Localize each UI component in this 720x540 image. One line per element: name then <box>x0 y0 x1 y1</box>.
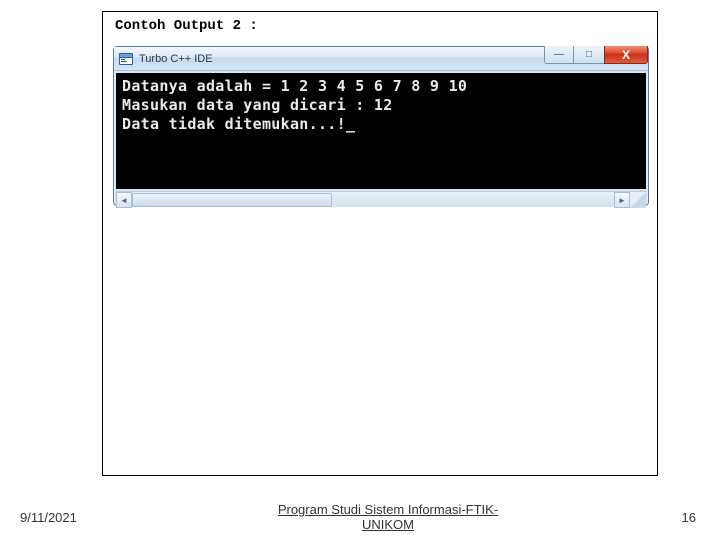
window-controls: — □ X <box>544 46 648 64</box>
window-titlebar[interactable]: Turbo C++ IDE — □ X <box>114 47 648 71</box>
horizontal-scrollbar[interactable]: ◄ ► <box>116 191 646 207</box>
resize-grip-icon[interactable] <box>630 192 646 208</box>
slide-heading: Contoh Output 2 : <box>115 18 258 34</box>
console-output: Datanya adalah = 1 2 3 4 5 6 7 8 9 10 Ma… <box>116 73 646 189</box>
footer-page-number: 16 <box>666 510 696 525</box>
footer-line1: Program Studi Sistem Informasi-FTIK- <box>278 502 498 517</box>
console-line: Data tidak ditemukan...! <box>122 115 346 133</box>
close-button[interactable]: X <box>604 46 648 64</box>
footer-line2: UNIKOM <box>362 517 414 532</box>
minimize-button[interactable]: — <box>544 46 574 64</box>
footer-date: 9/11/2021 <box>20 510 110 525</box>
maximize-button[interactable]: □ <box>574 46 604 64</box>
footer-center: Program Studi Sistem Informasi-FTIK- UNI… <box>110 503 666 532</box>
console-line: Masukan data yang dicari : 12 <box>122 96 393 114</box>
slide-frame: Contoh Output 2 : Turbo C++ IDE — □ X Da… <box>102 11 658 476</box>
scroll-right-button[interactable]: ► <box>614 192 630 208</box>
turbo-c-window: Turbo C++ IDE — □ X Datanya adalah = 1 2… <box>113 46 649 206</box>
scroll-thumb[interactable] <box>132 193 332 207</box>
slide-footer: 9/11/2021 Program Studi Sistem Informasi… <box>0 503 720 532</box>
scroll-left-button[interactable]: ◄ <box>116 192 132 208</box>
text-cursor: _ <box>346 115 355 134</box>
console-line: Datanya adalah = 1 2 3 4 5 6 7 8 9 10 <box>122 77 467 95</box>
app-icon <box>118 51 134 67</box>
